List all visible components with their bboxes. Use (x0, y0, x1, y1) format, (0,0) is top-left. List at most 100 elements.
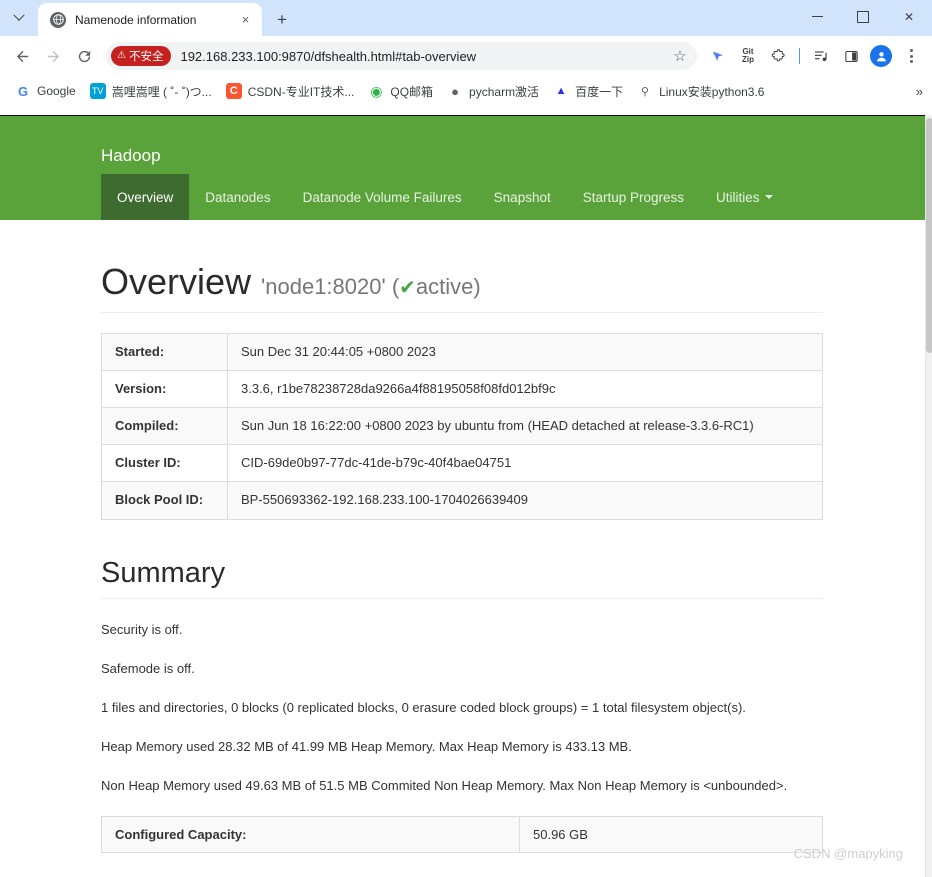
bookmark-linux-python[interactable]: ⚲ Linux安装python3.6 (630, 80, 771, 103)
warning-triangle-icon: ⚠ (117, 50, 126, 61)
row-value: BP-550693362-192.168.233.100-17040266394… (227, 481, 823, 520)
table-row: Configured Capacity: 50.96 GB (101, 815, 823, 853)
bookmark-label: QQ邮箱 (390, 84, 434, 99)
check-icon: ✔ (399, 277, 416, 299)
row-label: Version: (101, 369, 228, 408)
bookmark-star-icon[interactable]: ☆ (667, 43, 693, 69)
page-container: Overview 'node1:8020' (✔active) Started:… (0, 262, 925, 853)
chevron-down-icon (764, 195, 773, 199)
baidu-icon: ▲ (555, 85, 567, 97)
media-control-icon[interactable] (807, 42, 835, 70)
summary-line: Safemode is off. (101, 661, 195, 677)
nav-tab-label: Datanode Volume Failures (302, 189, 462, 205)
row-label: Compiled: (101, 406, 228, 446)
gitzip-label: Git Zip (742, 47, 754, 64)
bookmark-pycharm[interactable]: ● pycharm激活 (440, 80, 546, 103)
nav-tab-utilities[interactable]: Utilities (700, 174, 789, 220)
nav-tab-label: Overview (117, 189, 174, 205)
namenode-address: 'node1:8020' (✔active) (261, 274, 481, 299)
toolbar-divider (799, 48, 800, 64)
row-label: Configured Capacity: (101, 815, 520, 853)
close-window-button[interactable]: ✕ (886, 0, 932, 33)
bookmark-label: 百度一下 (575, 84, 624, 99)
cluster-info-table: Started: Sun Dec 31 20:44:05 +0800 2023 … (101, 332, 823, 520)
nav-tab-datanode-volume-failures[interactable]: Datanode Volume Failures (287, 174, 478, 220)
tab-search-chevron[interactable] (0, 3, 38, 33)
row-label: Started: (101, 332, 228, 371)
table-row: Compiled: Sun Jun 18 16:22:00 +0800 2023… (101, 406, 823, 446)
profile-avatar[interactable] (867, 42, 895, 70)
minimize-button[interactable] (794, 0, 840, 33)
bookmark-label: CSDN-专业IT技术... (247, 84, 355, 99)
bookmark-google[interactable]: G Google (8, 80, 83, 102)
hadoop-brand[interactable]: Hadoop (101, 146, 161, 166)
bookmark-label: Linux安装python3.6 (659, 84, 765, 99)
browser-tab[interactable]: Namenode information × (38, 3, 262, 36)
address-bar[interactable]: ⚠ 不安全 192.168.233.100:9870/dfshealth.htm… (106, 42, 697, 70)
tab-title: Namenode information (75, 12, 197, 27)
globe-icon (50, 11, 66, 28)
bookmark-csdn[interactable]: C CSDN-专业IT技术... (219, 80, 362, 103)
url-text: 192.168.233.100:9870/dfshealth.html#tab-… (180, 48, 477, 64)
qqmail-icon: ◉ (370, 82, 383, 99)
bookmark-label: pycharm激活 (469, 84, 540, 99)
browser-window: Namenode information × + ✕ ⚠ 不安全 192.168… (0, 0, 932, 877)
gitzip-icon[interactable]: Git Zip (734, 42, 762, 70)
chevron-down-icon (13, 9, 25, 21)
side-panel-icon[interactable] (837, 42, 865, 70)
new-tab-button[interactable]: + (268, 5, 296, 33)
back-icon[interactable] (7, 41, 37, 71)
nav-tab-datanodes[interactable]: Datanodes (189, 174, 286, 220)
csdn-icon: C (225, 83, 242, 99)
globe-icon: ● (451, 83, 459, 99)
bookmark-label: Google (37, 84, 76, 98)
nav-tab-startup-progress[interactable]: Startup Progress (567, 174, 700, 220)
scrollbar-thumb[interactable] (926, 118, 932, 353)
nav-tab-snapshot[interactable]: Snapshot (478, 174, 567, 220)
toolbar-extension-icons: Git Zip (704, 42, 925, 70)
bookmarks-overflow-button[interactable]: » (916, 84, 923, 99)
hadoop-page: Hadoop Overview Datanodes Datanode Volum… (0, 115, 925, 877)
nav-tab-label: Utilities (716, 189, 760, 205)
maximize-button[interactable] (840, 0, 886, 33)
forward-icon[interactable] (38, 41, 68, 71)
nav-tab-label: Startup Progress (582, 189, 685, 205)
tab-strip: Namenode information × + ✕ (0, 0, 932, 36)
row-value: Sun Jun 18 16:22:00 +0800 2023 by ubuntu… (227, 406, 823, 446)
page-viewport: Hadoop Overview Datanodes Datanode Volum… (0, 115, 932, 877)
google-icon: G (17, 83, 29, 99)
capacity-table: Configured Capacity: 50.96 GB (101, 815, 823, 853)
table-row: Version: 3.3.6, r1be78238728da9266a4f881… (101, 369, 823, 408)
security-badge-label: 不安全 (128, 51, 164, 63)
avatar (870, 45, 892, 67)
status-badge: active (415, 274, 474, 299)
page-content: Overview 'node1:8020' (✔active) Started:… (101, 262, 823, 853)
browser-toolbar: ⚠ 不安全 192.168.233.100:9870/dfshealth.htm… (0, 36, 932, 76)
nav-tab-label: Snapshot (493, 189, 551, 205)
page-title: Overview 'node1:8020' (✔active) (101, 262, 823, 313)
bookmark-bilibili[interactable]: TV 嵩哩嵩哩 ( ˚- ˚)つ... (83, 80, 219, 103)
row-value: Sun Dec 31 20:44:05 +0800 2023 (227, 332, 823, 371)
summary-line: 1 files and directories, 0 blocks (0 rep… (101, 700, 746, 716)
close-icon[interactable]: × (237, 11, 254, 28)
reload-icon[interactable] (69, 41, 99, 71)
window-controls: ✕ (794, 0, 932, 33)
page-scrollbar[interactable] (925, 115, 932, 877)
bookmark-baidu[interactable]: ▲ 百度一下 (546, 80, 630, 103)
table-row: Cluster ID: CID-69de0b97-77dc-41de-b79c-… (101, 444, 823, 483)
page-title-text: Overview (101, 261, 252, 302)
chrome-menu-icon[interactable] (897, 42, 925, 70)
summary-line: Security is off. (101, 622, 183, 638)
bilibili-icon: TV (89, 83, 106, 99)
nav-tab-overview[interactable]: Overview (101, 174, 190, 220)
bookmark-qqmail[interactable]: ◉ QQ邮箱 (361, 80, 440, 103)
extension-blue-icon[interactable] (704, 42, 732, 70)
row-value: CID-69de0b97-77dc-41de-b79c-40f4bae04751 (227, 444, 823, 483)
table-row: Started: Sun Dec 31 20:44:05 +0800 2023 (101, 332, 823, 371)
security-badge[interactable]: ⚠ 不安全 (111, 46, 172, 66)
summary-heading: Summary (101, 557, 823, 600)
bookmarks-bar: G Google TV 嵩哩嵩哩 ( ˚- ˚)つ... C CSDN-专业IT… (0, 76, 932, 106)
row-label: Cluster ID: (101, 444, 228, 483)
extensions-puzzle-icon[interactable] (764, 42, 792, 70)
row-value: 50.96 GB (519, 815, 823, 853)
